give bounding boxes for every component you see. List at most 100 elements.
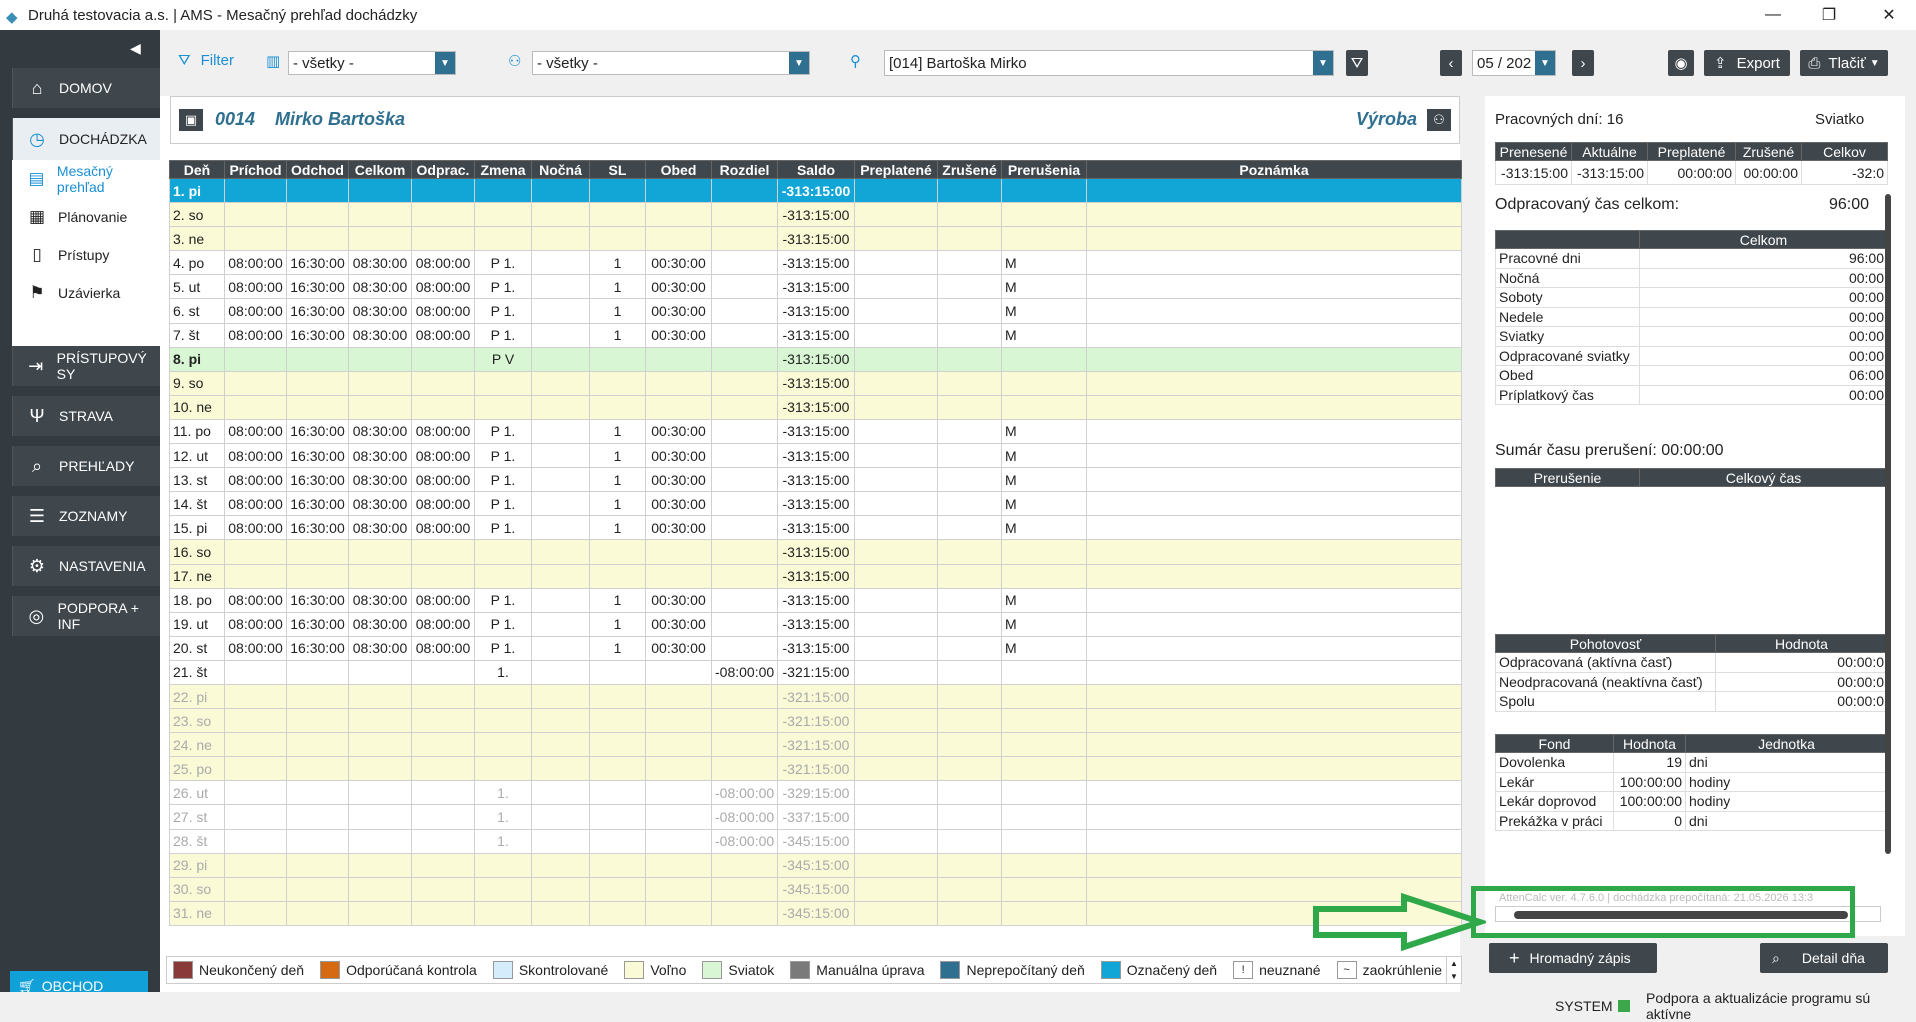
export-button[interactable]: ⇪ Export	[1704, 50, 1790, 76]
column-header[interactable]: Odprac.	[411, 160, 475, 179]
sub-planovanie[interactable]: ▦ Plánovanie	[12, 198, 160, 236]
table-row[interactable]: 22. pi -321:15:00	[169, 683, 1462, 710]
table-row[interactable]: 20. st 08:00:00 16:30:00 08:30:00 08:00:00 P …	[169, 635, 1462, 661]
legend-scroll[interactable]: ▲ ▼	[1446, 956, 1462, 984]
table-row[interactable]: 14. št 08:00:00 16:30:00 08:30:00 08:00:00 P …	[169, 491, 1462, 517]
nav-pristupovy-system[interactable]: ⇥ PRÍSTUPOVÝ SY	[12, 346, 160, 386]
table-row[interactable]: 4. po 08:00:00 16:30:00 08:30:00 08:00:00 P 1…	[169, 250, 1462, 276]
filter-button[interactable]: ⛛ Filter	[178, 52, 234, 69]
fund-row: Lekár 100:00:00 hodiny	[1495, 771, 1888, 792]
table-row[interactable]: 13. st 08:00:00 16:30:00 08:30:00 08:00:00 P …	[169, 467, 1462, 493]
table-cell	[645, 394, 712, 420]
close-button[interactable]: ✕	[1866, 0, 1912, 30]
maximize-button[interactable]: ❐	[1806, 0, 1852, 30]
table-cell	[531, 635, 590, 661]
table-row[interactable]: 6. st 08:00:00 16:30:00 08:30:00 08:00:00 P 1…	[169, 298, 1462, 324]
table-row[interactable]: 28. št 1. -08:00:00 -345:15:00	[169, 828, 1462, 854]
nav-podpora[interactable]: ◎ PODPORA + INF	[12, 596, 160, 636]
column-header[interactable]: Prerušenia	[1001, 160, 1087, 179]
chevron-down-icon[interactable]: ▼	[1313, 51, 1333, 75]
nav-dochadzka[interactable]: ◷ DOCHÁDZKA	[12, 118, 160, 160]
home-icon: ⌂	[31, 77, 43, 98]
saldo-table: Prenesené Aktuálne Preplatené Zrušené Celkov…	[1495, 142, 1888, 185]
table-row[interactable]: 27. st 1. -08:00:00 -337:15:00	[169, 804, 1462, 830]
table-row[interactable]: 25. po -321:15:00	[169, 756, 1462, 782]
day-detail-button[interactable]: ⌕ Detail dňa	[1760, 943, 1888, 973]
table-row[interactable]: 1. pi -313:15:00	[169, 177, 1462, 204]
scroll-up-icon[interactable]: ▲	[1450, 959, 1458, 968]
minimize-button[interactable]: —	[1750, 0, 1796, 30]
column-header[interactable]: Odchod	[286, 160, 349, 179]
column-header[interactable]: SL	[589, 160, 646, 179]
select-value: - všetky -	[537, 54, 598, 72]
scroll-down-icon[interactable]: ▼	[1450, 972, 1458, 981]
collapse-sidebar-icon[interactable]: ◀	[130, 40, 141, 57]
print-button[interactable]: ⎙ Tlačiť ▼	[1800, 50, 1888, 76]
table-row[interactable]: 5. ut 08:00:00 16:30:00 08:30:00 08:00:00 P 1…	[169, 274, 1462, 300]
table-row[interactable]: 17. ne -313:15:00	[169, 563, 1462, 589]
nav-domov[interactable]: ⌂ DOMOV	[12, 68, 160, 108]
column-header[interactable]: Preplatené	[854, 160, 938, 179]
table-row[interactable]: 23. so -321:15:00	[169, 708, 1462, 734]
column-header[interactable]: Deň	[169, 160, 225, 179]
table-row[interactable]: 3. ne -313:15:00	[169, 226, 1462, 252]
vscrollbar-thumb[interactable]	[1885, 194, 1891, 854]
table-row[interactable]: 9. so -313:15:00	[169, 370, 1462, 396]
column-header[interactable]: Príchod	[224, 160, 287, 179]
table-row[interactable]: 29. pi -345:15:00	[169, 852, 1462, 878]
legend-label: Voľno	[650, 962, 687, 978]
chevron-down-icon[interactable]: ▼	[435, 52, 455, 74]
table-row[interactable]: 15. pi 08:00:00 16:30:00 08:30:00 08:00:00 P …	[169, 515, 1462, 541]
table-row[interactable]: 24. ne -321:15:00	[169, 732, 1462, 758]
chevron-down-icon[interactable]: ▼	[789, 52, 809, 74]
nav-strava[interactable]: Ψ STRAVA	[12, 396, 160, 436]
employee-filter-button[interactable]: ⛛	[1346, 50, 1368, 76]
table-row[interactable]: 11. po 08:00:00 16:30:00 08:30:00 08:00:00 P …	[169, 418, 1462, 445]
table-row[interactable]: 7. št 08:00:00 16:30:00 08:30:00 08:00:00 P 1…	[169, 322, 1462, 348]
nav-prehlady[interactable]: ⌕ PREHĽADY	[12, 446, 160, 486]
nav-nastavenia[interactable]: ⚙ NASTAVENIA	[12, 546, 160, 586]
next-month-button[interactable]: ›	[1572, 50, 1594, 76]
column-header[interactable]: Rozdiel	[711, 160, 778, 179]
sub-mesacny-prehlad[interactable]: ▤ Mesačný prehľad	[12, 160, 160, 198]
column-header[interactable]: Celkom	[348, 160, 412, 179]
sub-uzavierka[interactable]: ⚑ Uzávierka	[12, 274, 160, 312]
table-row[interactable]: 8. pi P V -313:15:00	[169, 346, 1462, 372]
column-header[interactable]: Nočná	[531, 160, 590, 179]
legend-label: Odporúčaná kontrola	[346, 962, 477, 978]
table-cell	[348, 852, 412, 878]
sub-pristupy[interactable]: ▯ Prístupy	[12, 236, 160, 274]
group-select[interactable]: - všetky - ▼	[532, 51, 810, 75]
column-header[interactable]: Poznámka	[1086, 160, 1462, 179]
view-button[interactable]: ◉	[1668, 50, 1694, 76]
table-row[interactable]: 18. po 08:00:00 16:30:00 08:30:00 08:00:00 P …	[169, 587, 1462, 613]
table-cell	[711, 322, 778, 348]
department-select[interactable]: - všetky - ▼	[288, 51, 456, 75]
table-cell	[711, 274, 778, 300]
column-header[interactable]: Zmena	[474, 160, 532, 179]
table-cell	[1001, 828, 1087, 854]
vertical-scrollbar[interactable]	[1883, 104, 1893, 904]
prev-month-button[interactable]: ‹	[1440, 50, 1462, 76]
column-header[interactable]: Zrušené	[937, 160, 1002, 179]
table-row[interactable]: 19. ut 08:00:00 16:30:00 08:30:00 08:00:00 P …	[169, 611, 1462, 637]
table-row[interactable]: 2. so -313:15:00	[169, 202, 1462, 228]
table-cell	[224, 900, 287, 926]
table-cell	[224, 852, 287, 878]
table-row[interactable]: 30. so -345:15:00	[169, 876, 1462, 902]
column-header[interactable]: Saldo	[777, 160, 855, 179]
bulk-entry-button[interactable]: + Hromadný zápis	[1489, 943, 1657, 973]
employee-select[interactable]: [014] Bartoška Mirko ▼	[884, 50, 1334, 76]
nav-zoznamy[interactable]: ☰ ZOZNAMY	[12, 496, 160, 536]
table-row[interactable]: 16. so -313:15:00	[169, 539, 1462, 565]
table-cell: 00:30:00	[645, 491, 712, 517]
table-row[interactable]: 26. ut 1. -08:00:00 -329:15:00	[169, 780, 1462, 806]
column-header[interactable]: Obed	[645, 160, 712, 179]
table-row[interactable]: 21. št 1. -08:00:00 -321:15:00	[169, 659, 1462, 685]
chevron-down-icon[interactable]: ▼	[1535, 51, 1555, 75]
month-select[interactable]: 05 / 202 ▼	[1472, 50, 1556, 76]
table-row[interactable]: 12. ut 08:00:00 16:30:00 08:30:00 08:00:00 P …	[169, 443, 1462, 469]
table-row[interactable]: 10. ne -313:15:00	[169, 394, 1462, 420]
interrupt-col: Prerušenie	[1495, 468, 1640, 487]
table-row[interactable]: 31. ne -345:15:00	[169, 900, 1462, 926]
